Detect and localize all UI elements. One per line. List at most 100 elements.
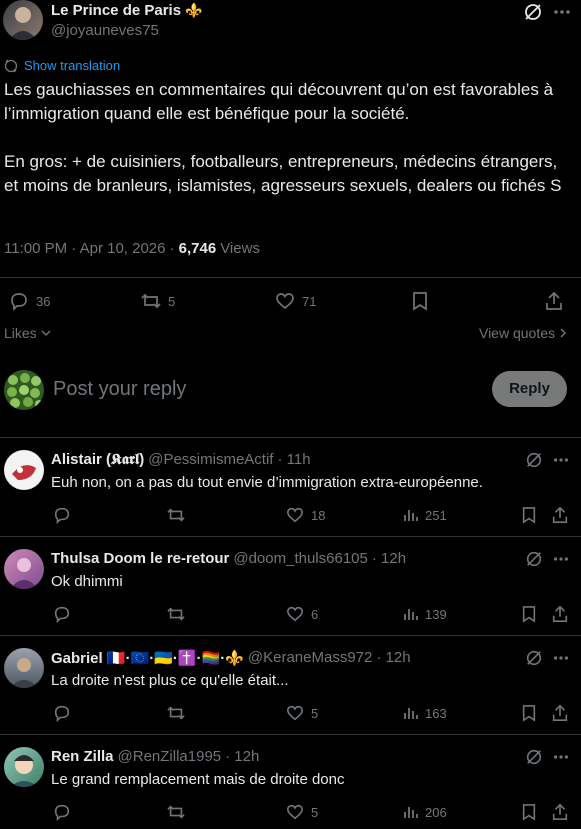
- share-icon: [551, 506, 569, 524]
- repost-action[interactable]: [166, 605, 186, 623]
- show-translation-label[interactable]: Show translation: [24, 58, 120, 73]
- reply-action[interactable]: 36: [8, 291, 50, 311]
- post-text: Les gauchiasses en commentaires qui déco…: [4, 78, 574, 198]
- reply-time[interactable]: · 12h: [225, 748, 259, 765]
- more-options-action[interactable]: [551, 649, 571, 667]
- more-options-icon: [551, 649, 571, 667]
- share-icon: [551, 605, 569, 623]
- share-action[interactable]: [551, 506, 569, 524]
- bookmark-action[interactable]: [521, 506, 537, 524]
- reply-time[interactable]: · 12h: [372, 550, 406, 567]
- heart-action[interactable]: 6: [285, 605, 318, 623]
- chevron-right-icon: [559, 327, 567, 339]
- like-action[interactable]: 71: [274, 291, 316, 311]
- fleur-de-lis-icon: ⚜️: [185, 2, 203, 18]
- likes-link-label[interactable]: Likes: [4, 325, 37, 341]
- post-text-paragraph-1: Les gauchiasses en commentaires qui déco…: [4, 80, 554, 123]
- repost-icon: [166, 704, 186, 722]
- reply-handle[interactable]: @RenZilla1995: [118, 748, 222, 765]
- views-icon: [403, 606, 419, 622]
- grok-action[interactable]: [525, 748, 543, 766]
- share-action[interactable]: [551, 605, 569, 623]
- reply-text: Euh non, on a pas du tout envie d’immigr…: [51, 474, 483, 491]
- bookmark-action[interactable]: [521, 605, 537, 623]
- views-action[interactable]: 139: [403, 606, 447, 622]
- bookmark-action[interactable]: [411, 291, 429, 311]
- reply-action[interactable]: [52, 803, 72, 821]
- likes-link[interactable]: Likes: [4, 325, 52, 341]
- reply-text: Ok dhimmi: [51, 573, 123, 590]
- reply-author-name[interactable]: Gabriel 🇫🇷·🇪🇺·🇺🇦·✝️·🏳️‍🌈·⚜️: [51, 649, 244, 667]
- more-options-action[interactable]: [551, 748, 571, 766]
- avatar[interactable]: [4, 648, 44, 688]
- heart-action[interactable]: 5: [285, 803, 318, 821]
- bookmark-icon: [521, 704, 537, 722]
- more-options-icon[interactable]: [551, 2, 573, 22]
- bookmark-action[interactable]: [521, 803, 537, 821]
- avatar[interactable]: [4, 747, 44, 787]
- views-action[interactable]: 251: [403, 507, 447, 523]
- reply-author-name[interactable]: Ren Zilla: [51, 748, 114, 765]
- view-quotes-label[interactable]: View quotes: [479, 325, 555, 341]
- share-icon: [544, 291, 564, 311]
- reply-author-name[interactable]: Thulsa Doom le re-retour: [51, 550, 229, 567]
- heart-icon: [285, 704, 305, 722]
- reply-icon: [52, 803, 72, 821]
- view-quotes-link[interactable]: View quotes: [479, 325, 567, 341]
- avatar[interactable]: [4, 549, 44, 589]
- more-options-action[interactable]: [551, 451, 571, 469]
- views-action[interactable]: 206: [403, 804, 447, 820]
- reply-time[interactable]: · 12h: [376, 649, 410, 667]
- author-name-row[interactable]: Le Prince de Paris ⚜️: [51, 2, 203, 19]
- heart-icon: [285, 605, 305, 623]
- reply-action[interactable]: [52, 506, 72, 524]
- views-count: 6,746: [178, 240, 217, 257]
- heart-action[interactable]: 18: [285, 506, 325, 524]
- more-options-icon: [551, 748, 571, 766]
- author-handle[interactable]: @joyauneves75: [51, 22, 159, 39]
- heart-icon: [285, 803, 305, 821]
- post-text-paragraph-2: En gros: + de cuisiniers, footballeurs, …: [4, 152, 562, 195]
- author-name[interactable]: Le Prince de Paris: [51, 2, 181, 19]
- share-icon: [551, 803, 569, 821]
- repost-action[interactable]: [166, 803, 186, 821]
- views-icon: [403, 804, 419, 820]
- share-action[interactable]: [544, 291, 564, 311]
- reply-author-name[interactable]: Alistair (𝕶𝖆𝖗𝖑): [51, 451, 144, 468]
- share-action[interactable]: [551, 803, 569, 821]
- reply-handle[interactable]: @PessimismeActif: [148, 451, 273, 468]
- grok-icon[interactable]: [523, 2, 543, 22]
- reply-time[interactable]: · 11h: [277, 451, 310, 468]
- author-avatar[interactable]: [3, 0, 43, 40]
- share-icon: [551, 704, 569, 722]
- heart-action[interactable]: 5: [285, 704, 318, 722]
- views-label: Views: [220, 240, 260, 257]
- reply-handle[interactable]: @KeraneMass972: [248, 649, 372, 667]
- views-action[interactable]: 163: [403, 705, 447, 721]
- post-timestamp[interactable]: 11:00 PM · Apr 10, 2026 ·: [4, 240, 175, 257]
- reply-input[interactable]: Post your reply: [53, 378, 186, 401]
- reply-text: Le grand remplacement mais de droite don…: [51, 771, 345, 788]
- repost-action[interactable]: [166, 506, 186, 524]
- views-icon: [403, 705, 419, 721]
- grok-action[interactable]: [525, 550, 543, 568]
- reply-button[interactable]: Reply: [492, 371, 567, 407]
- reply-handle[interactable]: @doom_thuls66105: [233, 550, 368, 567]
- avatar[interactable]: [4, 450, 44, 490]
- bookmark-action[interactable]: [521, 704, 537, 722]
- bookmark-icon: [521, 803, 537, 821]
- more-options-action[interactable]: [551, 550, 571, 568]
- repost-action[interactable]: [166, 704, 186, 722]
- heart-icon: [274, 291, 296, 311]
- my-avatar[interactable]: [4, 370, 44, 410]
- reply-icon: [52, 704, 72, 722]
- share-action[interactable]: [551, 704, 569, 722]
- repost-action[interactable]: 5: [140, 291, 175, 311]
- divider: [0, 734, 581, 735]
- reply-action[interactable]: [52, 605, 72, 623]
- reply-action[interactable]: [52, 704, 72, 722]
- show-translation-link[interactable]: Show translation: [4, 58, 120, 73]
- grok-action[interactable]: [525, 649, 543, 667]
- chevron-down-icon: [40, 328, 52, 338]
- grok-action[interactable]: [525, 451, 543, 469]
